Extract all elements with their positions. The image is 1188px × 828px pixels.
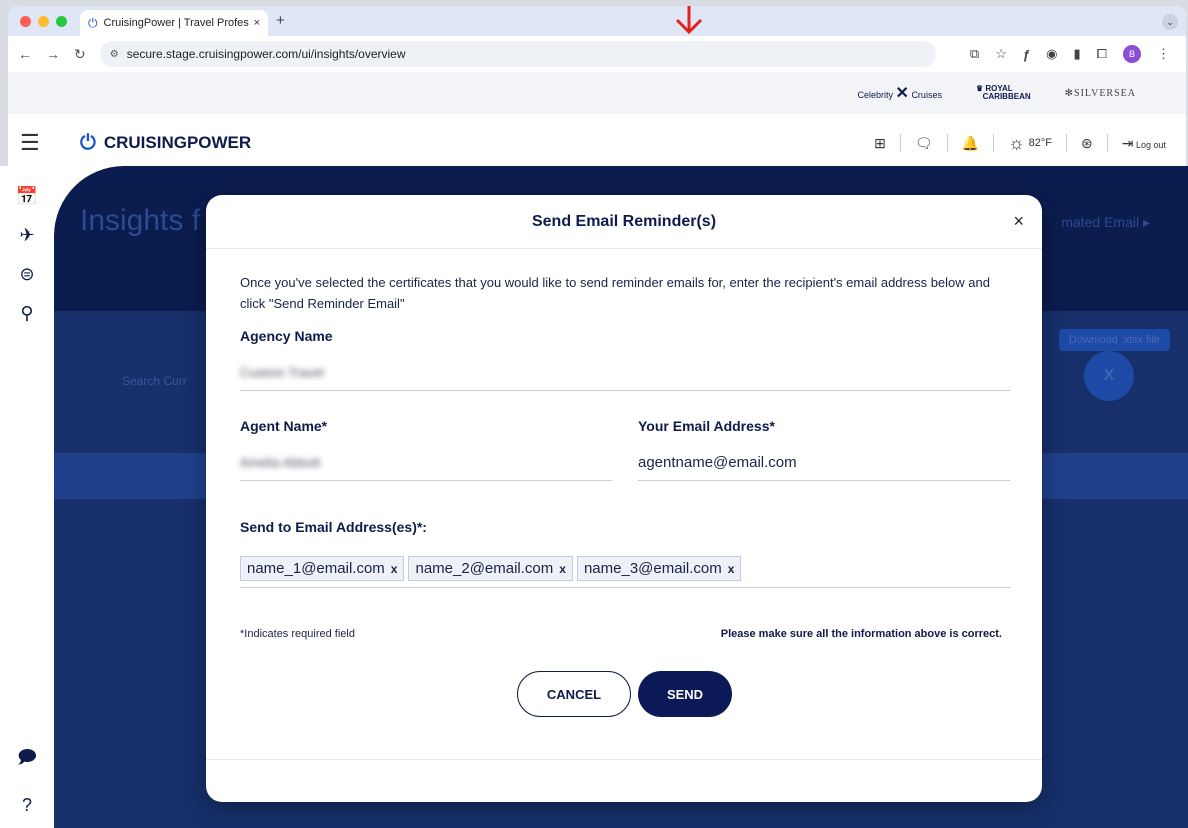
email-chip: name_3@email.com x (576, 556, 742, 581)
close-icon[interactable]: × (1013, 211, 1024, 232)
modal-overlay: Send Email Reminder(s) × Once you've sel… (0, 0, 1188, 828)
your-email-field[interactable]: agentname@email.com (638, 445, 1010, 481)
send-button[interactable]: SEND (638, 671, 732, 717)
cancel-button[interactable]: CANCEL (517, 671, 631, 717)
confirm-info-note: Please make sure all the information abo… (720, 628, 1002, 640)
modal-intro-text: Once you've selected the certificates th… (240, 275, 990, 311)
email-chip-list: name_1@email.com x name_2@email.com x name… (240, 556, 742, 581)
remove-chip-icon[interactable]: x (559, 562, 566, 576)
agency-name-field[interactable]: Custom Travel (240, 355, 1010, 391)
modal-header: Send Email Reminder(s) × (206, 195, 1042, 249)
agency-name-label: Agency Name (240, 328, 333, 344)
required-field-note: *Indicates required field (240, 628, 355, 640)
send-email-reminder-modal: Send Email Reminder(s) × Once you've sel… (206, 195, 1042, 802)
email-chip: name_1@email.com x (240, 556, 405, 581)
email-chip-text: name_3@email.com (583, 560, 722, 577)
modal-title: Send Email Reminder(s) (531, 212, 717, 230)
your-email-value: agentname@email.com (638, 454, 797, 471)
your-email-label: Your Email Address* (638, 418, 775, 434)
remove-chip-icon[interactable]: x (728, 562, 735, 576)
email-chip-text: name_2@email.com (415, 560, 554, 577)
modal-footer-divider (206, 759, 1042, 760)
agent-name-label: Agent Name* (240, 418, 328, 434)
email-chip-text: name_1@email.com (247, 560, 385, 577)
send-to-email-field[interactable]: name_1@email.com x name_2@email.com x name… (240, 550, 1010, 588)
email-chip: name_2@email.com x (408, 556, 573, 581)
agent-name-field[interactable]: Amelia Abbott (240, 445, 612, 481)
agency-name-value: Custom Travel (240, 365, 324, 380)
send-to-label: Send to Email Address(es)*: (240, 519, 427, 535)
agent-name-value: Amelia Abbott (240, 455, 321, 470)
remove-chip-icon[interactable]: x (391, 562, 398, 576)
